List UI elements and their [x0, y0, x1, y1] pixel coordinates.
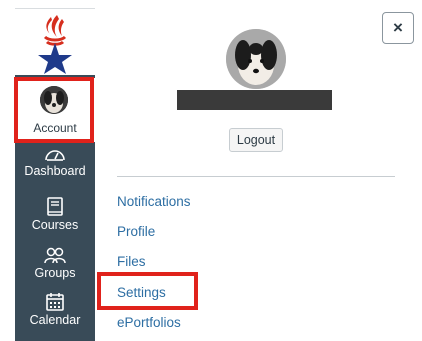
- torch-star-logo: [38, 15, 72, 74]
- close-icon: ×: [393, 18, 403, 37]
- close-button[interactable]: ×: [382, 12, 414, 44]
- settings-link[interactable]: Settings: [117, 285, 166, 300]
- sidebar-item-label: Account: [33, 121, 77, 135]
- dashboard-icon: [45, 150, 65, 161]
- calendar-icon: [46, 293, 64, 311]
- sidebar-item-label: Calendar: [29, 313, 81, 327]
- sidebar-item-courses[interactable]: Courses: [15, 196, 95, 232]
- divider: [117, 176, 395, 177]
- groups-icon: [44, 247, 66, 264]
- profile-avatar[interactable]: [226, 29, 286, 89]
- profile-link[interactable]: Profile: [117, 224, 155, 239]
- sidebar-item-label: Groups: [34, 266, 76, 280]
- sidebar-item-calendar[interactable]: Calendar: [15, 291, 95, 327]
- sidebar-item-account[interactable]: Account: [15, 78, 95, 142]
- notifications-link[interactable]: Notifications: [117, 194, 191, 209]
- sidebar-item-dashboard[interactable]: Dashboard: [15, 144, 95, 178]
- avatar: [40, 86, 68, 114]
- institution-logo[interactable]: [15, 8, 95, 75]
- sidebar-item-groups[interactable]: Groups: [15, 246, 95, 280]
- eportfolios-link[interactable]: ePortfolios: [117, 315, 181, 330]
- user-name-redacted: [177, 90, 332, 110]
- files-link[interactable]: Files: [117, 254, 146, 269]
- sidebar-item-label: Dashboard: [24, 164, 86, 178]
- global-nav-sidebar: Account Dashboard Courses Groups Calenda…: [15, 8, 95, 341]
- logout-button[interactable]: Logout: [229, 128, 283, 152]
- courses-icon: [47, 197, 63, 216]
- sidebar-item-label: Courses: [31, 218, 79, 232]
